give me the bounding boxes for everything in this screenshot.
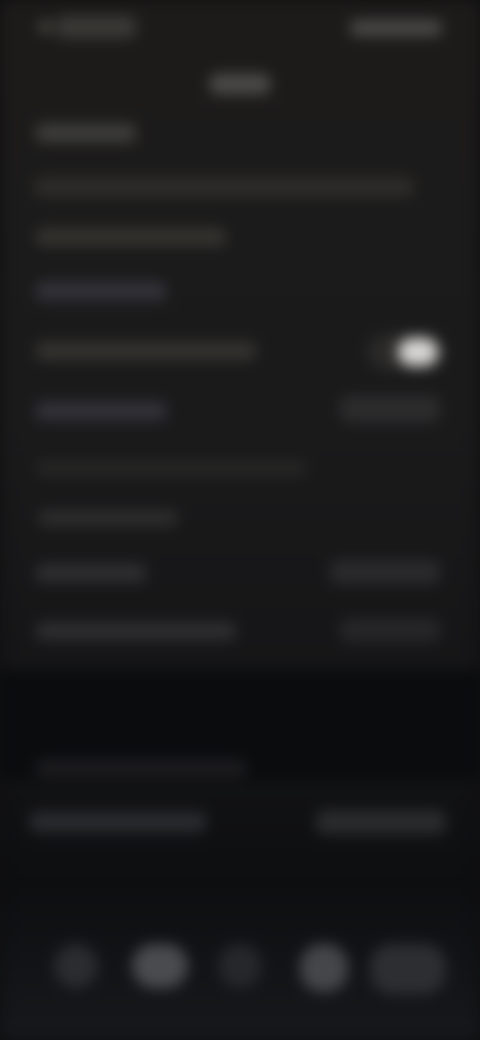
status-icons <box>350 20 442 36</box>
settings-row[interactable] <box>36 282 166 300</box>
toggle-knob <box>398 338 438 366</box>
page-title <box>210 74 270 94</box>
chat-icon[interactable] <box>300 944 348 992</box>
row-value <box>340 618 440 642</box>
settings-row[interactable] <box>36 402 166 420</box>
settings-row[interactable] <box>36 564 146 582</box>
grid-icon[interactable] <box>132 944 188 988</box>
profile-icon[interactable] <box>370 944 446 994</box>
row-value <box>330 560 440 584</box>
row-value <box>316 810 446 834</box>
status-bar <box>0 0 480 56</box>
plus-icon[interactable] <box>218 944 262 988</box>
toggle-switch[interactable] <box>368 334 444 370</box>
section-header <box>36 124 136 142</box>
settings-row[interactable] <box>36 622 236 640</box>
settings-row[interactable] <box>36 228 226 246</box>
settings-row[interactable] <box>38 510 178 526</box>
bottom-nav <box>0 930 480 1026</box>
settings-row[interactable] <box>30 812 206 832</box>
settings-row[interactable] <box>36 460 306 476</box>
settings-row-with-toggle[interactable] <box>36 342 256 360</box>
settings-row[interactable] <box>34 178 414 196</box>
status-time <box>56 16 136 38</box>
settings-row[interactable] <box>36 760 246 776</box>
row-value <box>340 396 440 422</box>
blurred-settings-screen <box>0 0 480 1040</box>
status-indicator-icon <box>40 22 50 32</box>
home-icon[interactable] <box>54 944 98 988</box>
